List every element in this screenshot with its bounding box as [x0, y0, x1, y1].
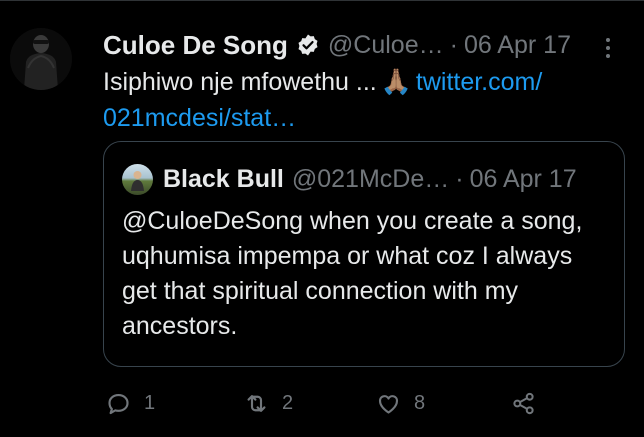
retweet-button[interactable]: 2	[243, 388, 293, 418]
user-avatar-icon[interactable]	[10, 28, 72, 90]
reply-icon	[108, 393, 129, 414]
author-handle[interactable]: @Culoe…	[328, 31, 444, 60]
tweet-date[interactable]: 06 Apr 17	[464, 31, 571, 60]
like-icon	[378, 394, 399, 414]
verified-badge-icon	[296, 33, 320, 57]
tweet-actions-bar: 1 2 8	[105, 388, 644, 418]
tweet-text: Isiphiwo nje mfowethu ... 🙏🏽 twitter.com/ …	[103, 64, 623, 136]
quoted-tweet-date[interactable]: 06 Apr 17	[470, 165, 577, 194]
reply-count: 1	[144, 391, 156, 414]
quoted-tweet-text: @CuloeDeSong when you create a song, uqh…	[122, 207, 583, 340]
share-icon	[513, 392, 534, 414]
praying-hands-emoji: 🙏🏽	[380, 67, 412, 96]
top-divider	[0, 0, 644, 1]
like-button[interactable]: 8	[375, 388, 425, 418]
quoted-user-avatar-icon[interactable]	[122, 163, 153, 195]
retweet-icon	[247, 394, 266, 412]
tweet-link-line1[interactable]: twitter.com/	[416, 68, 542, 96]
share-button[interactable]	[510, 388, 537, 418]
more-options-icon[interactable]	[605, 38, 611, 58]
quoted-author-name[interactable]: Black Bull	[163, 165, 284, 194]
quoted-separator-dot: ·	[455, 164, 464, 193]
quoted-tweet-header: Black Bull @021McDe… · 06 Apr 17	[122, 162, 577, 196]
tweet-link-line2[interactable]: 021mcdesi/stat…	[103, 104, 296, 132]
like-count: 8	[414, 391, 426, 414]
retweet-count: 2	[282, 391, 294, 414]
reply-button[interactable]: 1	[105, 388, 155, 418]
separator-dot: ·	[449, 30, 458, 59]
tweet-text-body: Isiphiwo nje mfowethu ...	[103, 68, 377, 96]
quoted-tweet-card[interactable]: Black Bull @021McDe… · 06 Apr 17 @CuloeD…	[103, 141, 625, 367]
tweet-header: Culoe De Song @Culoe… · 06 Apr 17	[103, 28, 571, 62]
author-name[interactable]: Culoe De Song	[103, 30, 288, 61]
quoted-author-handle[interactable]: @021McDe…	[292, 165, 449, 194]
